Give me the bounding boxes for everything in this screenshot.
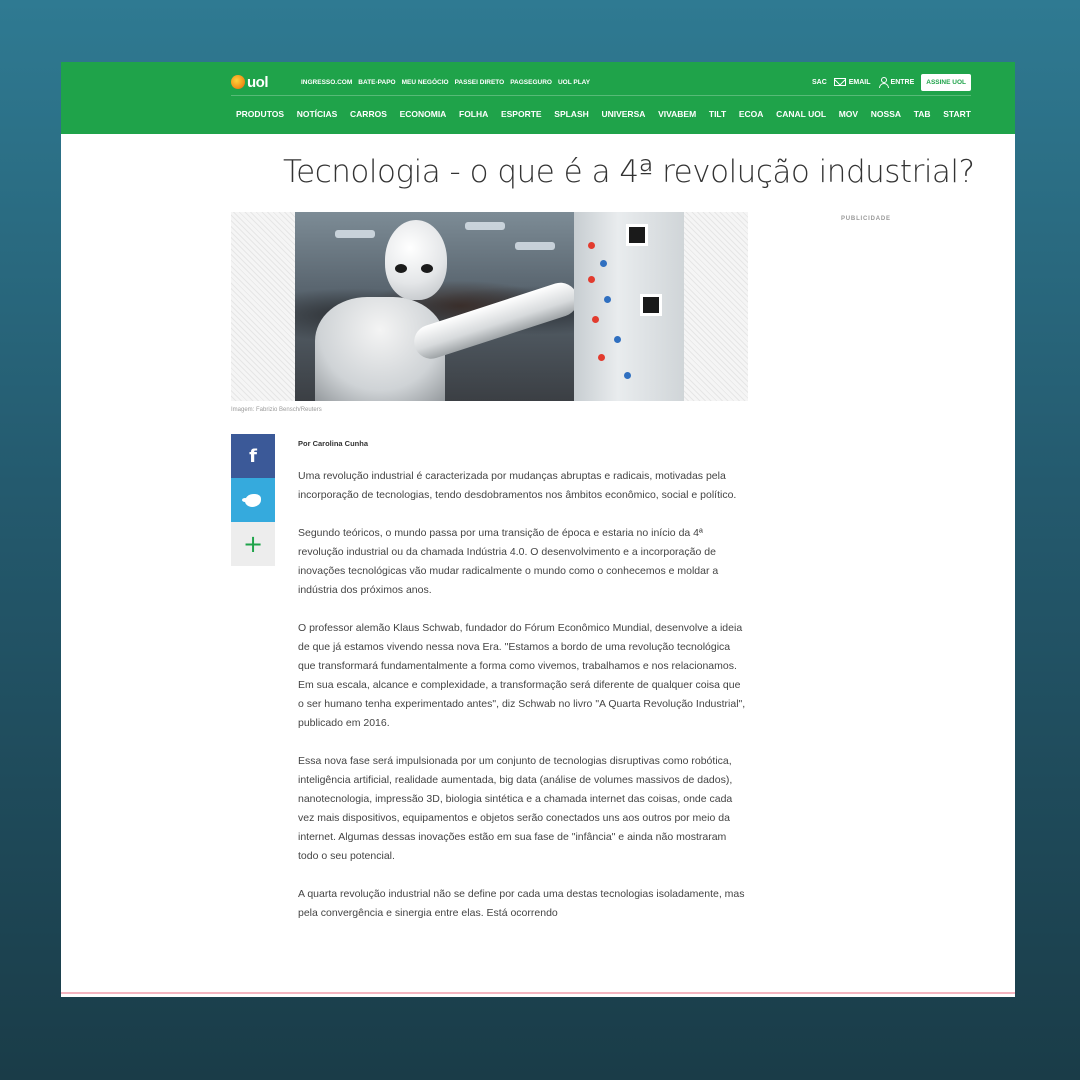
nav-item-mov[interactable]: MOV [839,109,858,119]
article-paragraph: Segundo teóricos, o mundo passa por uma … [298,527,719,596]
nav-item-economia[interactable]: ECONOMIA [400,109,447,119]
nav-item-vivabem[interactable]: VIVABEM [658,109,696,119]
partner-link-bate-papo[interactable]: BATE-PAPO [358,79,395,86]
nav-item-folha[interactable]: FOLHA [459,109,488,119]
article-paragraph: Uma revolução industrial é caracterizada… [298,470,737,501]
nav-item-nossa[interactable]: NOSSA [871,109,901,119]
partner-link-passei-direto[interactable]: PASSEI DIRETO [455,79,505,86]
nav-item-noticias[interactable]: NOTÍCIAS [297,109,338,119]
nav-item-canal-uol[interactable]: CANAL UOL [776,109,826,119]
ad-label: PUBLICIDADE [841,216,891,222]
article-paragraph: O professor alemão Klaus Schwab, fundado… [298,622,746,729]
share-more-button[interactable]: + [231,522,275,566]
article-body: Uma revolução industrial é caracterizada… [298,467,748,942]
header-divider [231,95,971,96]
sac-link[interactable]: SAC [812,79,827,86]
nav-item-carros[interactable]: CARROS [350,109,387,119]
nav-item-universa[interactable]: UNIVERSA [601,109,645,119]
share-facebook-button[interactable]: f [231,434,275,478]
uol-logo-text: uol [247,73,269,91]
login-link-label: ENTRE [890,78,915,86]
header-top-row: uol INGRESSO.COM BATE-PAPO MEU NEGÓCIO P… [231,71,971,93]
site-header: uol INGRESSO.COM BATE-PAPO MEU NEGÓCIO P… [61,62,1015,134]
header-account-links: SAC EMAIL ENTRE ASSINE UOL [812,73,971,91]
partner-link-meu-negocio[interactable]: MEU NEGÓCIO [402,79,449,86]
user-icon [878,77,889,88]
uol-logo[interactable]: uol [231,74,291,91]
email-link-label: EMAIL [848,78,871,86]
browser-page: uol INGRESSO.COM BATE-PAPO MEU NEGÓCIO P… [61,62,1015,997]
article-paragraph: Essa nova fase será impulsionada por um … [298,755,733,862]
nav-item-ecoa[interactable]: ECOA [739,109,764,119]
partner-links: INGRESSO.COM BATE-PAPO MEU NEGÓCIO PASSE… [301,79,590,86]
nav-item-tilt[interactable]: TILT [709,109,726,119]
nav-item-splash[interactable]: SPLASH [554,109,588,119]
subscribe-button[interactable]: ASSINE UOL [921,73,971,91]
share-twitter-button[interactable] [231,478,275,522]
nav-item-esporte[interactable]: ESPORTE [501,109,542,119]
image-caption: Imagem: Fabrizio Bensch/Reuters [231,407,322,413]
hero-image-container [231,212,748,401]
facebook-icon: f [249,445,257,467]
article-title: Tecnologia - o que é a 4ª revolução indu… [283,154,975,190]
partner-link-ingresso[interactable]: INGRESSO.COM [301,79,352,86]
partner-link-uol-play[interactable]: UOL PLAY [558,79,590,86]
twitter-icon [242,493,261,507]
main-nav: PRODUTOS NOTÍCIAS CARROS ECONOMIA FOLHA … [236,104,971,124]
article-paragraph: A quarta revolução industrial não se def… [298,888,745,919]
envelope-icon [833,78,846,86]
nav-item-start[interactable]: START [943,109,971,119]
plus-icon: + [242,530,264,558]
bottom-divider [61,992,1015,994]
nav-item-tab[interactable]: TAB [914,109,931,119]
article-author: Por Carolina Cunha [298,439,369,448]
partner-link-pagseguro[interactable]: PAGSEGURO [510,79,552,86]
nav-item-produtos[interactable]: PRODUTOS [236,109,284,119]
login-link[interactable]: ENTRE [878,77,915,88]
uol-logo-icon [231,75,245,89]
email-link[interactable]: EMAIL [833,78,871,86]
hero-image-robot[interactable] [295,212,684,401]
